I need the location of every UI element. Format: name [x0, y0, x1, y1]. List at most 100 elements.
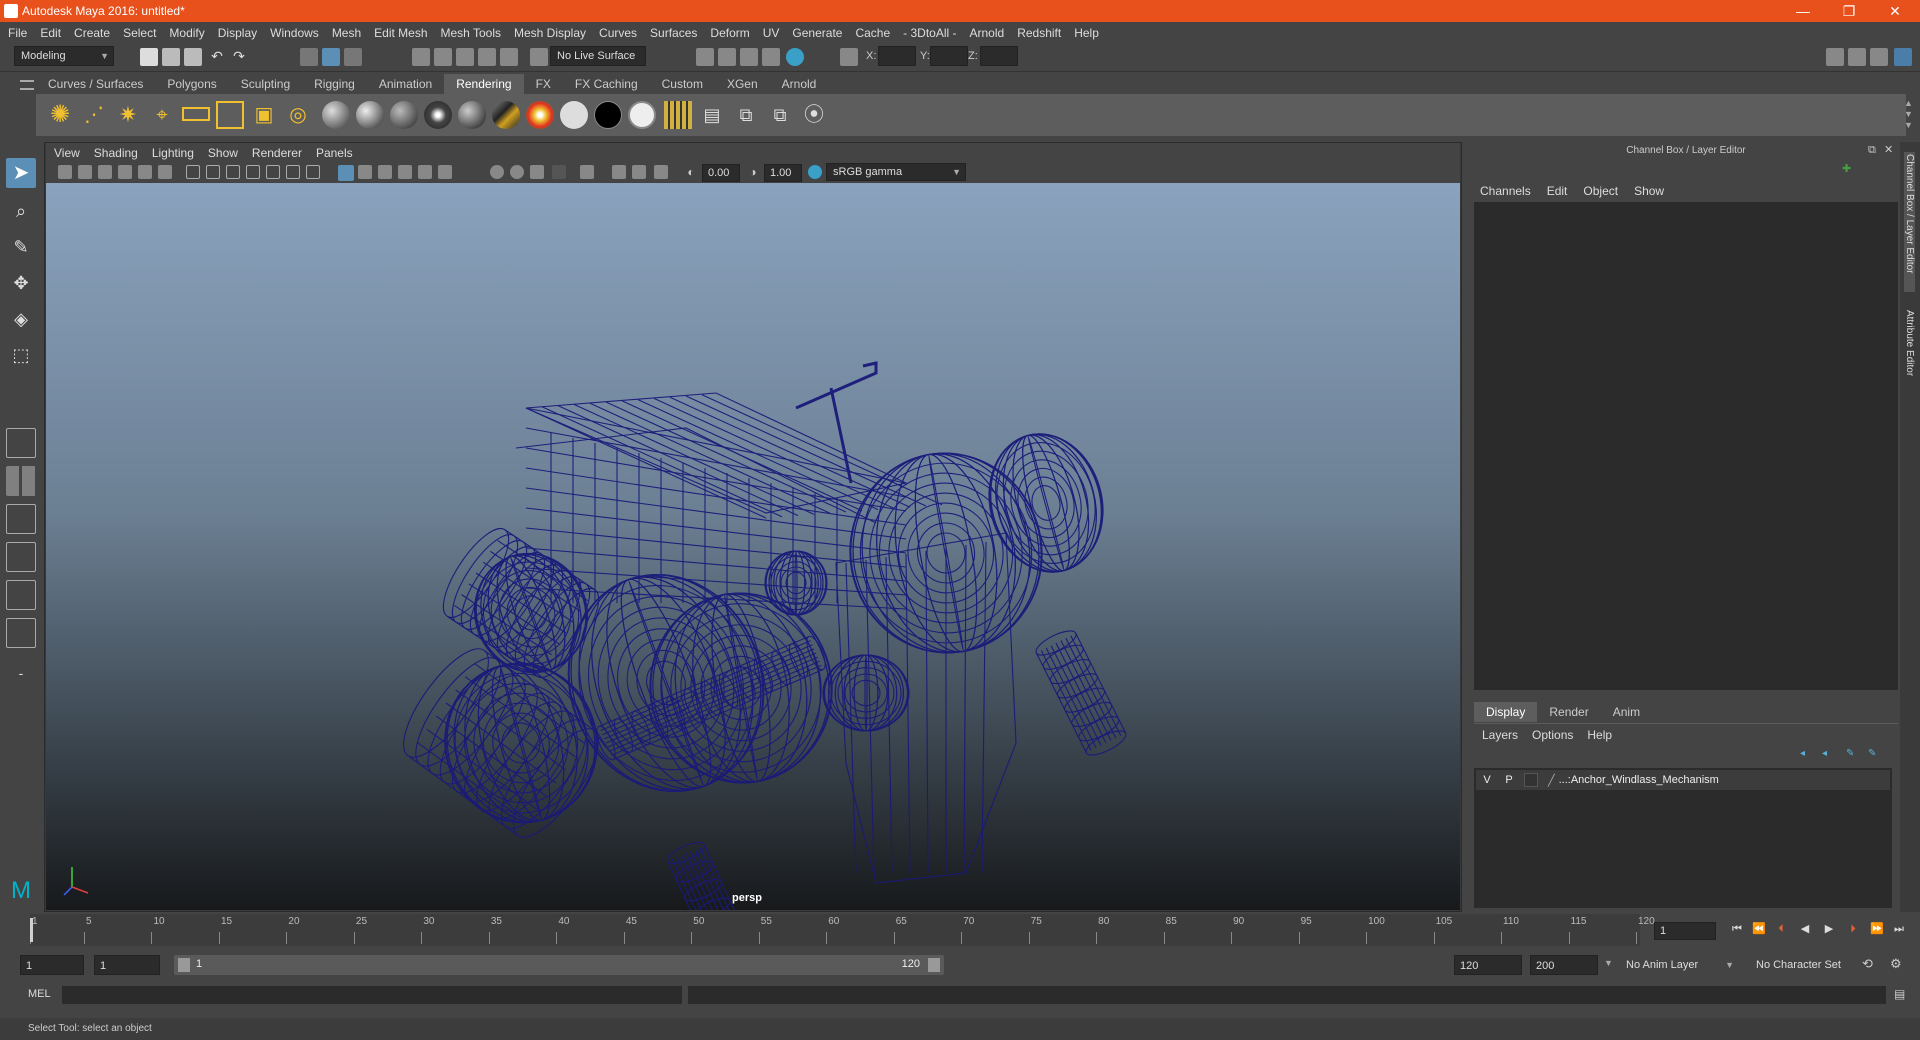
render-layer-icon[interactable]: ▤ [698, 101, 726, 129]
shelf-tab-xgen[interactable]: XGen [715, 74, 770, 94]
close-button[interactable]: ✕ [1872, 0, 1918, 22]
xray-components-icon[interactable] [654, 165, 668, 179]
shadows-icon[interactable] [438, 165, 452, 179]
y-field[interactable] [930, 46, 968, 66]
cb-menu-channels[interactable]: Channels [1480, 184, 1531, 198]
toggle-tool-settings-icon[interactable] [1870, 48, 1888, 66]
menu-modify[interactable]: Modify [169, 26, 204, 40]
color-space-dropdown[interactable]: sRGB gamma ▼ [826, 163, 966, 181]
toggle-attribute-editor-icon[interactable] [1848, 48, 1866, 66]
four-view-layout-icon[interactable] [6, 466, 36, 496]
le-menu-options[interactable]: Options [1532, 728, 1573, 742]
step-forward-frame-icon[interactable]: ⏩ [1870, 922, 1884, 936]
menu-display[interactable]: Display [218, 26, 257, 40]
float-panel-icon[interactable]: ⧉ [1868, 144, 1876, 157]
render-settings-icon[interactable] [762, 48, 780, 66]
3d-viewport[interactable] [46, 183, 1460, 910]
hypershade-layout-icon[interactable] [6, 618, 36, 648]
z-field[interactable] [980, 46, 1018, 66]
playback-start-field[interactable]: 1 [94, 955, 160, 975]
animation-prefs-icon[interactable]: ⚙ [1890, 956, 1906, 972]
menu-mesh[interactable]: Mesh [332, 26, 361, 40]
camera-aim-icon[interactable]: ◎ [284, 101, 312, 129]
play-backwards-icon[interactable]: ◀ [1798, 922, 1812, 936]
menu-help[interactable]: Help [1074, 26, 1099, 40]
side-tab-attribute-editor[interactable]: Attribute Editor [1904, 310, 1915, 376]
shelf-scroll-arrows-icon[interactable]: ▲ ▼ ▼ [1904, 98, 1913, 131]
shelf-tab-animation[interactable]: Animation [367, 74, 444, 94]
select-hierarchy-icon[interactable] [300, 48, 318, 66]
menu-uv[interactable]: UV [763, 26, 780, 40]
playback-end-field[interactable]: 120 [1454, 955, 1522, 975]
exposure-field[interactable]: 0.00 [702, 164, 740, 182]
minimize-button[interactable]: — [1780, 0, 1826, 22]
persp-graph-layout-icon[interactable] [6, 542, 36, 572]
xray-icon[interactable] [612, 165, 626, 179]
select-component-icon[interactable] [344, 48, 362, 66]
paint-select-tool-icon[interactable]: ✎ [6, 232, 36, 262]
vp-menu-show[interactable]: Show [208, 146, 238, 160]
go-to-end-icon[interactable]: ⏭ [1892, 922, 1906, 936]
persp-outliner-layout-icon[interactable] [6, 504, 36, 534]
point-light-icon[interactable]: ✷ [114, 101, 142, 129]
make-live-icon[interactable] [530, 48, 548, 66]
grease-pencil-icon[interactable] [158, 165, 172, 179]
shelf-tab-rendering[interactable]: Rendering [444, 74, 524, 94]
spot-light-icon[interactable]: ⌖ [148, 101, 176, 129]
redo-icon[interactable]: ↷ [230, 48, 248, 66]
snap-surface-icon[interactable] [500, 48, 518, 66]
lambert-material-icon[interactable] [390, 101, 418, 129]
range-start-handle[interactable] [178, 958, 190, 972]
lasso-tool-icon[interactable]: ⌕ [6, 196, 36, 226]
ramp-shader-icon[interactable] [526, 101, 554, 129]
smooth-shade-icon[interactable] [358, 165, 372, 179]
new-empty-layer-icon[interactable]: ✎ [1846, 748, 1860, 760]
motion-blur-icon[interactable] [510, 165, 524, 179]
layer-visibility-toggle[interactable]: V [1476, 774, 1498, 786]
grid-toggle-icon[interactable] [186, 165, 200, 179]
menu-edit[interactable]: Edit [40, 26, 61, 40]
menu-curves[interactable]: Curves [599, 26, 637, 40]
vp-menu-lighting[interactable]: Lighting [152, 146, 194, 160]
select-tool-icon[interactable]: ➤ [6, 158, 36, 188]
range-options-arrow-icon[interactable]: ▼ [1604, 958, 1613, 968]
layer-color-swatch[interactable] [1524, 773, 1538, 787]
menu-generate[interactable]: Generate [792, 26, 842, 40]
open-scene-icon[interactable] [162, 48, 180, 66]
gamma-field[interactable]: 1.00 [764, 164, 802, 182]
menu-create[interactable]: Create [74, 26, 110, 40]
save-scene-icon[interactable] [184, 48, 202, 66]
shelf-tab-fx-caching[interactable]: FX Caching [563, 74, 650, 94]
le-menu-help[interactable]: Help [1587, 728, 1612, 742]
gamma-icon[interactable]: ◑ [746, 165, 760, 179]
shelf-tab-fx[interactable]: FX [524, 74, 563, 94]
textured-icon[interactable] [398, 165, 412, 179]
ambient-light-icon[interactable]: ✺ [46, 101, 74, 129]
depth-of-field-icon[interactable] [552, 165, 566, 179]
transform-mode-icon[interactable] [840, 48, 858, 66]
render-sequence-icon[interactable] [664, 101, 692, 129]
step-forward-key-icon[interactable]: ⏵ [1846, 922, 1860, 936]
step-back-key-icon[interactable]: ⏴ [1774, 922, 1788, 936]
resolution-gate-icon[interactable] [226, 165, 240, 179]
play-forwards-icon[interactable]: ▶ [1822, 922, 1836, 936]
live-surface-field[interactable]: No Live Surface [550, 46, 646, 66]
layered-shader-icon[interactable] [492, 101, 520, 129]
new-scene-icon[interactable] [140, 48, 158, 66]
side-tab-channel-box[interactable]: Channel Box / Layer Editor [1904, 152, 1915, 292]
menu-mesh-tools[interactable]: Mesh Tools [441, 26, 501, 40]
area-light-icon[interactable] [182, 107, 210, 121]
ipr-render-icon[interactable] [740, 48, 758, 66]
step-back-frame-icon[interactable]: ⏪ [1752, 922, 1766, 936]
snap-grid-icon[interactable] [412, 48, 430, 66]
menu-windows[interactable]: Windows [270, 26, 319, 40]
move-layer-up-icon[interactable]: ◂ [1800, 748, 1812, 760]
use-background-icon[interactable] [594, 101, 622, 129]
field-chart-icon[interactable] [266, 165, 280, 179]
channel-box-area[interactable] [1474, 202, 1898, 690]
command-input[interactable] [62, 986, 682, 1004]
toolbox-collapse-icon[interactable]: - [6, 658, 36, 688]
directional-light-icon[interactable]: ⋰ [80, 101, 108, 129]
undo-icon[interactable]: ↶ [208, 48, 226, 66]
ambient-occlusion-icon[interactable] [490, 165, 504, 179]
